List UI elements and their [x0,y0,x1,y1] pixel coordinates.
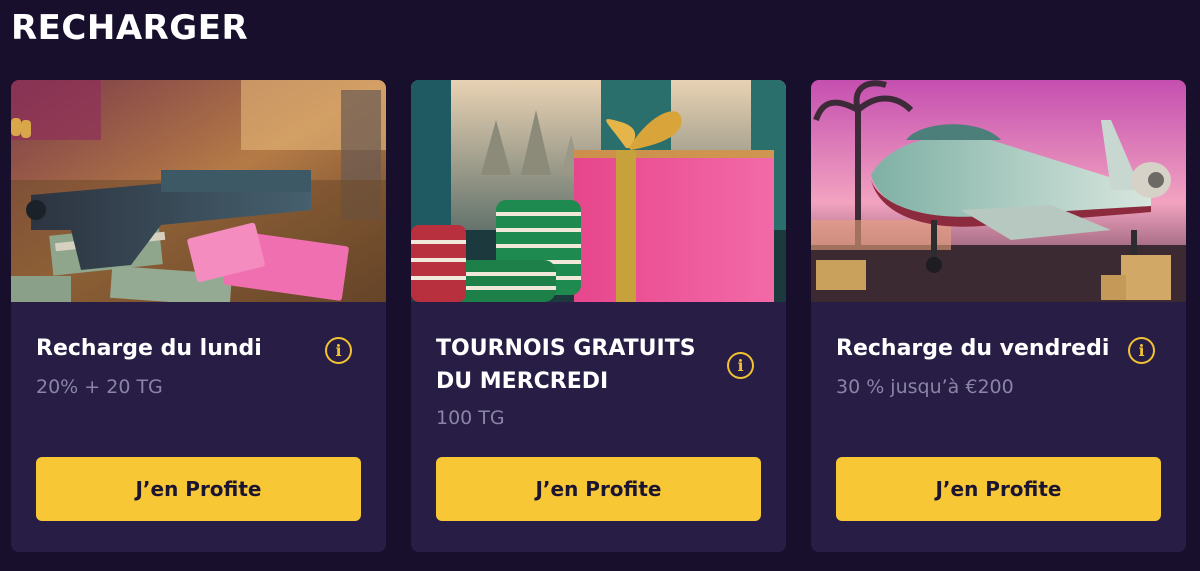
card-title: Recharge du lundi [36,336,262,361]
claim-button[interactable]: J’en Profite [36,457,361,521]
info-icon[interactable]: i [325,337,352,364]
card-title: Recharge du vendredi [836,336,1110,361]
promo-image-gift-chips [411,80,786,302]
info-icon[interactable]: i [1128,337,1155,364]
promo-image-pistol-cash [11,80,386,302]
claim-button[interactable]: J’en Profite [836,457,1161,521]
info-icon[interactable]: i [727,352,754,379]
promo-card-friday[interactable]: Recharge du vendredi 30 % jusqu’à €200 i… [811,80,1186,552]
promo-cards: Recharge du lundi 20% + 20 TG i J’en Pro… [11,80,1186,552]
card-subtitle: 20% + 20 TG [36,376,163,398]
claim-button[interactable]: J’en Profite [436,457,761,521]
promo-image-private-jet [811,80,1186,302]
section-title: RECHARGER [11,8,249,48]
card-subtitle: 100 TG [436,407,505,429]
promo-card-monday[interactable]: Recharge du lundi 20% + 20 TG i J’en Pro… [11,80,386,552]
promo-card-wednesday[interactable]: TOURNOIS GRATUITS DU MERCREDI 100 TG i J… [411,80,786,552]
card-subtitle: 30 % jusqu’à €200 [836,376,1014,398]
card-title: TOURNOIS GRATUITS DU MERCREDI [436,336,696,394]
